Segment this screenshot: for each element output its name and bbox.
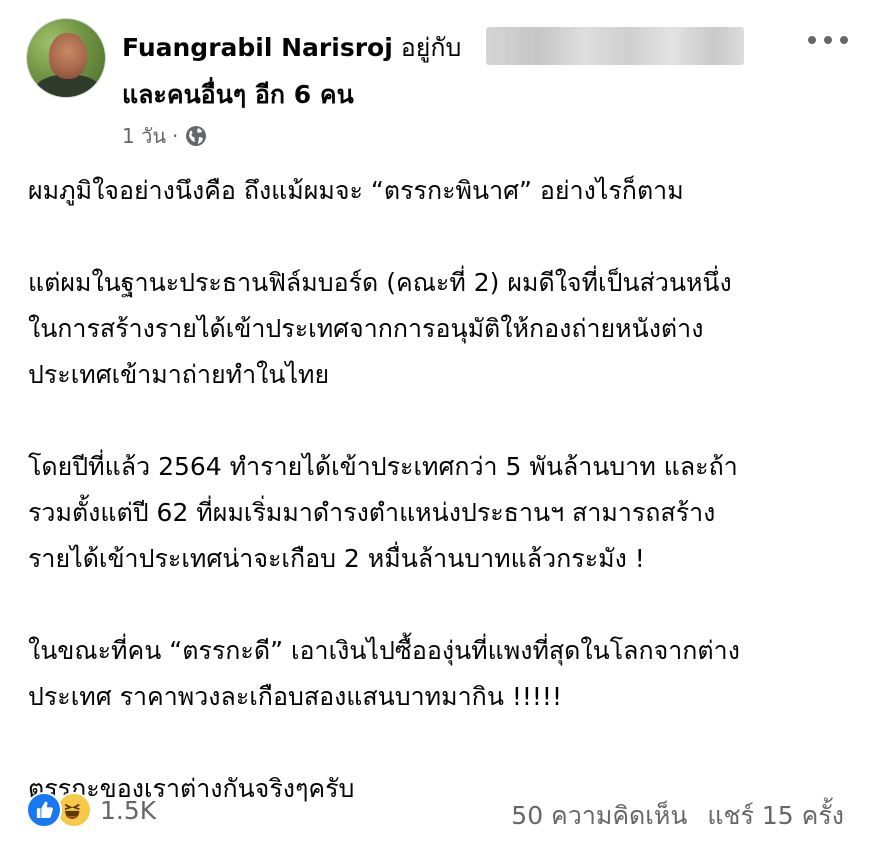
more-options-button[interactable] [808, 28, 848, 52]
text-line: ประเทศ ราคาพวงละเกือบสองแสนบาทมากิน !!!!… [28, 682, 562, 711]
blurred-tagged-name [486, 27, 744, 65]
more-icon-dot [808, 36, 816, 44]
post-stats: 50 ความคิดเห็น แชร์ 15 ครั้ง [511, 796, 844, 836]
avatar[interactable] [26, 18, 106, 98]
avatar-face [49, 33, 87, 79]
text-line: แต่ผมในฐานะประธานฟิล์มบอร์ด (คณะที่ 2) ผ… [28, 268, 732, 297]
text-line: โดยปีที่แล้ว 2564 ทำรายได้เข้าประเทศกว่า… [28, 452, 738, 481]
more-icon-dot [824, 36, 832, 44]
comments-count[interactable]: 50 ความคิดเห็น [511, 796, 687, 836]
text-line: ในการสร้างรายได้เข้าประเทศจากการอนุมัติใ… [28, 314, 704, 343]
text-line: ผมภูมิใจอย่างนึงคือ ถึงแม้ผมจะ “ตรรกะพิน… [28, 176, 684, 205]
author-name[interactable]: Fuangrabil Narisroj [122, 33, 393, 62]
paragraph-1: ผมภูมิใจอย่างนึงคือ ถึงแม้ผมจะ “ตรรกะพิน… [28, 168, 858, 214]
paragraph-3: โดยปีที่แล้ว 2564 ทำรายได้เข้าประเทศกว่า… [28, 444, 858, 582]
post-meta: 1 วัน · [122, 120, 208, 152]
post-footer: 1.5K 50 ความคิดเห็น แชร์ 15 ครั้ง [0, 788, 870, 836]
like-icon [26, 792, 62, 828]
author-line: Fuangrabil Narisroj อยู่กับ [122, 33, 461, 63]
more-icon-dot [840, 36, 848, 44]
others-link[interactable]: และคนอื่นๆ อีก 6 คน [122, 80, 354, 110]
meta-separator: · [171, 124, 179, 148]
with-label: อยู่กับ [400, 33, 462, 62]
post-body: ผมภูมิใจอย่างนึงคือ ถึงแม้ผมจะ “ตรรกะพิน… [28, 168, 858, 812]
paragraph-2: แต่ผมในฐานะประธานฟิล์มบอร์ด (คณะที่ 2) ผ… [28, 260, 858, 398]
post-time[interactable]: 1 วัน [122, 120, 166, 152]
reaction-summary[interactable]: 1.5K [26, 792, 156, 828]
globe-icon [186, 126, 207, 146]
post-header: Fuangrabil Narisroj อยู่กับ และคนอื่นๆ อ… [0, 0, 870, 160]
text-line: ในขณะที่คน “ตรรกะดี” เอาเงินไปซื้อองุ่นท… [28, 636, 740, 665]
shares-count[interactable]: แชร์ 15 ครั้ง [707, 796, 844, 836]
text-line: รวมตั้งแต่ปี 62 ที่ผมเริ่มมาดำรงตำแหน่งป… [28, 498, 716, 527]
reaction-count: 1.5K [100, 795, 157, 825]
paragraph-4: ในขณะที่คน “ตรรกะดี” เอาเงินไปซื้อองุ่นท… [28, 628, 858, 720]
text-line: ประเทศเข้ามาถ่ายทำในไทย [28, 360, 330, 389]
text-line: รายได้เข้าประเทศน่าจะเกือบ 2 หมื่นล้านบา… [28, 544, 645, 573]
